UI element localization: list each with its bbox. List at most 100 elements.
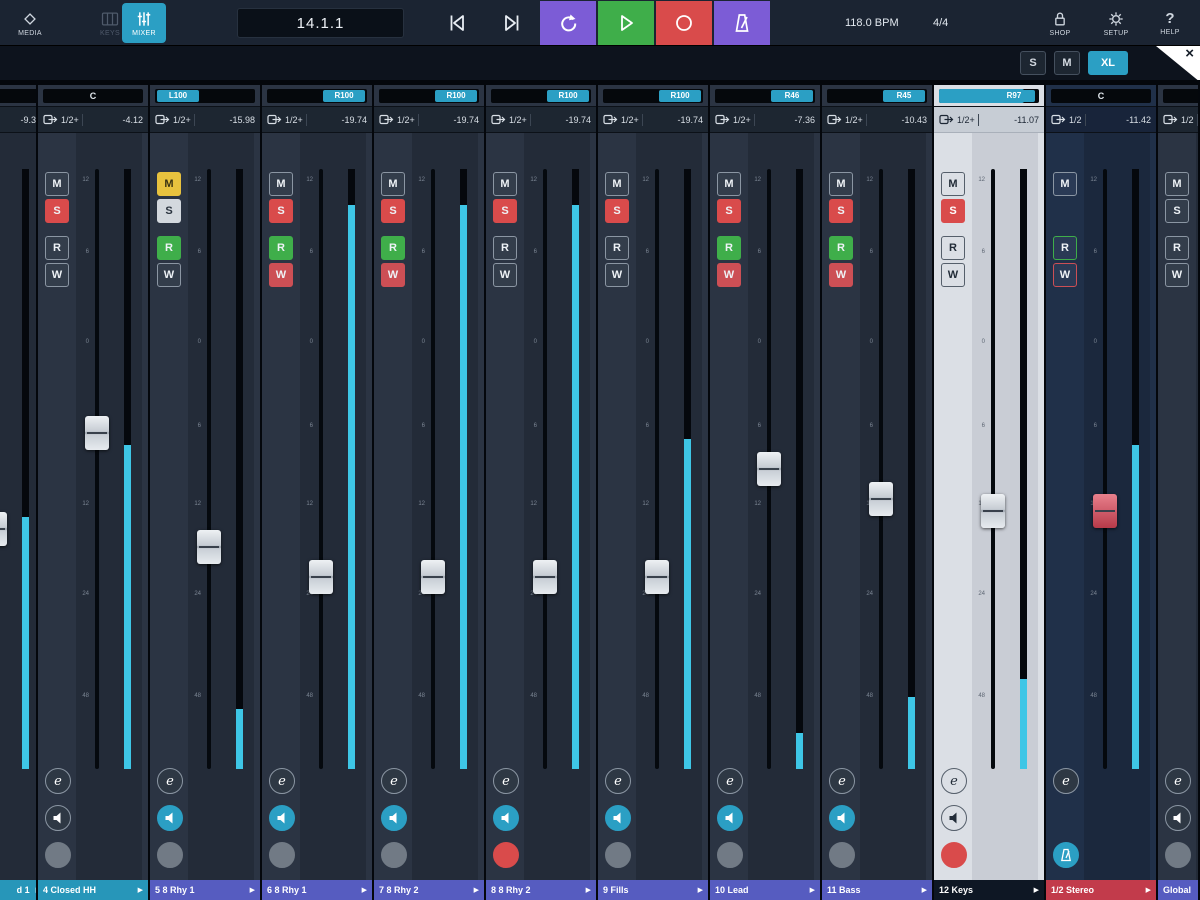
- strip-size-m-button[interactable]: M: [1054, 51, 1080, 75]
- mute-button[interactable]: M: [381, 172, 405, 196]
- skip-back-button[interactable]: [437, 6, 477, 40]
- mute-button[interactable]: M: [941, 172, 965, 196]
- record-arm-button[interactable]: [941, 842, 967, 868]
- channel-edit-button[interactable]: e: [493, 768, 519, 794]
- record-arm-button[interactable]: [157, 842, 183, 868]
- channel-edit-button[interactable]: e: [1053, 768, 1079, 794]
- output-routing[interactable]: 1/2+ -4.12: [38, 107, 148, 133]
- channel-edit-button[interactable]: e: [1165, 768, 1191, 794]
- pan-control[interactable]: R97: [934, 85, 1044, 107]
- fader-track[interactable]: [879, 169, 883, 769]
- monitor-button[interactable]: [717, 805, 743, 831]
- channel-name-tab[interactable]: 7 8 Rhy 2 ▶: [374, 880, 484, 900]
- monitor-button[interactable]: [493, 805, 519, 831]
- fader-handle[interactable]: [421, 560, 445, 594]
- monitor-button[interactable]: [941, 805, 967, 831]
- metronome-transport-button[interactable]: [714, 1, 770, 45]
- channel-name-tab[interactable]: 6 8 Rhy 1 ▶: [262, 880, 372, 900]
- write-automation-button[interactable]: W: [829, 263, 853, 287]
- pan-control[interactable]: L100: [150, 85, 260, 107]
- monitor-button[interactable]: [269, 805, 295, 831]
- read-automation-button[interactable]: R: [157, 236, 181, 260]
- solo-button[interactable]: S: [941, 199, 965, 223]
- fader-handle[interactable]: [0, 512, 7, 546]
- record-arm-button[interactable]: [1165, 842, 1191, 868]
- record-arm-button[interactable]: [269, 842, 295, 868]
- record-arm-button[interactable]: [829, 842, 855, 868]
- fader-track[interactable]: [1103, 169, 1107, 769]
- mute-button[interactable]: M: [157, 172, 181, 196]
- channel-edit-button[interactable]: e: [605, 768, 631, 794]
- time-signature-display[interactable]: 4/4: [933, 17, 948, 29]
- read-automation-button[interactable]: R: [1165, 236, 1189, 260]
- write-automation-button[interactable]: W: [941, 263, 965, 287]
- channel-name-tab[interactable]: 4 Closed HH ▶: [38, 880, 148, 900]
- solo-button[interactable]: S: [1165, 199, 1189, 223]
- output-routing[interactable]: 1/2+ -19.74: [598, 107, 708, 133]
- output-routing[interactable]: 1/2+ -9.33: [0, 107, 36, 133]
- channel-name-tab[interactable]: 12 Keys ▶: [934, 880, 1044, 900]
- channel-edit-button[interactable]: e: [941, 768, 967, 794]
- fader-track[interactable]: [431, 169, 435, 769]
- fader-handle[interactable]: [869, 482, 893, 516]
- mute-button[interactable]: M: [605, 172, 629, 196]
- read-automation-button[interactable]: R: [1053, 236, 1077, 260]
- fader-handle[interactable]: [981, 494, 1005, 528]
- write-automation-button[interactable]: W: [157, 263, 181, 287]
- strip-size-s-button[interactable]: S: [1020, 51, 1046, 75]
- song-position-display[interactable]: 14.1.1: [237, 8, 404, 38]
- read-automation-button[interactable]: R: [941, 236, 965, 260]
- channel-edit-button[interactable]: e: [45, 768, 71, 794]
- write-automation-button[interactable]: W: [45, 263, 69, 287]
- pan-control[interactable]: R100: [486, 85, 596, 107]
- fader-track[interactable]: [655, 169, 659, 769]
- help-button[interactable]: ? HELP: [1148, 3, 1192, 43]
- channel-name-tab[interactable]: 8 8 Rhy 2 ▶: [486, 880, 596, 900]
- monitor-button[interactable]: [45, 805, 71, 831]
- pan-control[interactable]: R45: [822, 85, 932, 107]
- solo-button[interactable]: S: [269, 199, 293, 223]
- fader-track[interactable]: [991, 169, 995, 769]
- setup-button[interactable]: SETUP: [1094, 3, 1138, 43]
- monitor-button[interactable]: [381, 805, 407, 831]
- fader-handle[interactable]: [197, 530, 221, 564]
- output-routing[interactable]: 1/2+ -19.74: [486, 107, 596, 133]
- channel-edit-button[interactable]: e: [269, 768, 295, 794]
- channel-name-tab[interactable]: 11 Bass ▶: [822, 880, 932, 900]
- channel-edit-button[interactable]: e: [381, 768, 407, 794]
- record-arm-button[interactable]: [381, 842, 407, 868]
- pan-control[interactable]: C: [1046, 85, 1156, 107]
- solo-button[interactable]: S: [493, 199, 517, 223]
- metronome-button[interactable]: [1053, 842, 1079, 868]
- output-routing[interactable]: 1/2+ -10.43: [822, 107, 932, 133]
- channel-name-tab[interactable]: Global ▶: [1158, 880, 1198, 900]
- output-routing[interactable]: 1/2 -11.42: [1046, 107, 1156, 133]
- fader-handle[interactable]: [533, 560, 557, 594]
- strip-size-xl-button[interactable]: XL: [1088, 51, 1128, 75]
- mute-button[interactable]: M: [829, 172, 853, 196]
- pan-control[interactable]: C: [0, 85, 36, 107]
- write-automation-button[interactable]: W: [1053, 263, 1077, 287]
- write-automation-button[interactable]: W: [717, 263, 741, 287]
- mute-button[interactable]: M: [717, 172, 741, 196]
- pan-control[interactable]: [1158, 85, 1198, 107]
- record-arm-button[interactable]: [717, 842, 743, 868]
- output-routing[interactable]: 1/2+ -7.36: [710, 107, 820, 133]
- pan-control[interactable]: R100: [262, 85, 372, 107]
- output-routing[interactable]: 1/2+ -15.98: [150, 107, 260, 133]
- write-automation-button[interactable]: W: [605, 263, 629, 287]
- tempo-display[interactable]: 118.0 BPM: [845, 17, 899, 29]
- fader-handle[interactable]: [645, 560, 669, 594]
- write-automation-button[interactable]: W: [381, 263, 405, 287]
- pan-control[interactable]: R100: [598, 85, 708, 107]
- channel-edit-button[interactable]: e: [717, 768, 743, 794]
- media-button[interactable]: MEDIA: [8, 3, 52, 43]
- write-automation-button[interactable]: W: [269, 263, 293, 287]
- channel-name-tab[interactable]: 9 Fills ▶: [598, 880, 708, 900]
- monitor-button[interactable]: [829, 805, 855, 831]
- channel-edit-button[interactable]: e: [829, 768, 855, 794]
- skip-forward-button[interactable]: [492, 6, 532, 40]
- mute-button[interactable]: M: [1165, 172, 1189, 196]
- record-arm-button[interactable]: [493, 842, 519, 868]
- play-button[interactable]: [598, 1, 654, 45]
